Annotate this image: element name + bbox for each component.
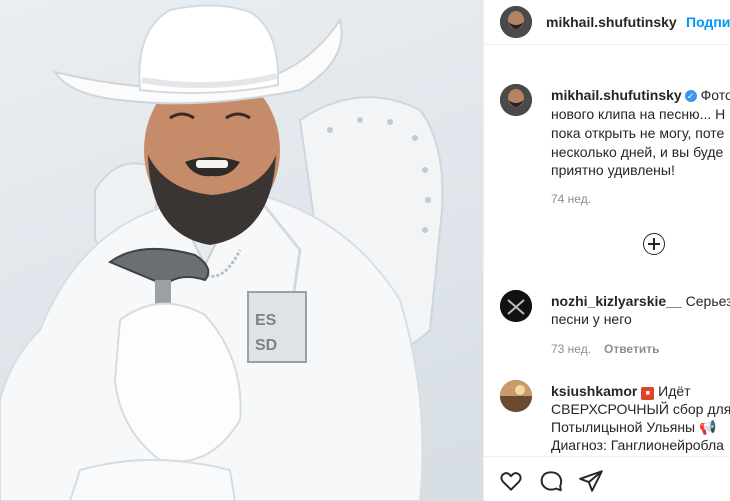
- comment-avatar-2-image: [500, 380, 532, 412]
- caption-text-line-1: Фото: [700, 87, 730, 103]
- follow-button[interactable]: Подписаться: [686, 14, 730, 30]
- comment-1-username[interactable]: nozhi_kizlyarskie__: [551, 293, 682, 309]
- author-avatar-image: [500, 6, 532, 38]
- author-username[interactable]: mikhail.shufutinsky: [546, 14, 677, 30]
- comment-2-text-4: Диагноз: Ганглионейробла: [551, 437, 724, 453]
- caption-first-line: mikhail.shufutinsky ✓ Фото: [551, 86, 730, 104]
- verified-badge-icon: ✓: [684, 90, 697, 102]
- comment-1-line-1: nozhi_kizlyarskie__ Серьезн: [551, 292, 730, 310]
- post-photo[interactable]: ES SD: [0, 0, 483, 501]
- caption-text-line-4: несколько дней, и вы буде: [551, 144, 724, 160]
- comment-icon[interactable]: [538, 468, 564, 494]
- comment-2-username[interactable]: ksiushkamor: [551, 383, 637, 399]
- paper-plane-icon[interactable]: [578, 468, 604, 494]
- plus-circle-icon[interactable]: [643, 233, 665, 255]
- caption-text-line-2: нового клипа на песню... Н: [551, 106, 726, 122]
- comment-1-text-1: Серьезн: [685, 293, 730, 309]
- comment-2-line-3: Потылицыной Ульяны 📢: [551, 418, 716, 436]
- actions-divider: [484, 456, 730, 457]
- comment-avatar-1-image: [500, 290, 532, 322]
- comment-2-line-1: ksiushkamor ■ Идёт: [551, 382, 691, 400]
- heart-icon[interactable]: [498, 468, 524, 494]
- comment-2-text-2: СВЕРХСРОЧНЫЙ сбор для: [551, 401, 730, 417]
- caption-text-line-5: приятно удивлены!: [551, 162, 675, 178]
- svg-text:ES: ES: [255, 312, 277, 329]
- comment-avatar-2[interactable]: [500, 380, 532, 412]
- comment-1-timestamp[interactable]: 73 нед.: [551, 342, 591, 356]
- svg-text:SD: SD: [255, 337, 277, 354]
- post-image: ES SD: [0, 4, 444, 501]
- caption-avatar-image: [500, 84, 532, 116]
- megaphone-emoji: 📢: [699, 419, 717, 435]
- author-avatar[interactable]: [500, 6, 532, 38]
- comment-1-text-2: песни у него: [551, 311, 632, 327]
- post-side-panel: mikhail.shufutinsky Подписаться mikhail.…: [483, 0, 730, 501]
- caption-text-line-3: пока открыть не могу, поте: [551, 125, 725, 141]
- caption-avatar[interactable]: [500, 84, 532, 116]
- caption-timestamp[interactable]: 74 нед.: [551, 192, 591, 206]
- comment-2-text-3: Потылицыной Ульяны: [551, 419, 696, 435]
- caption-username[interactable]: mikhail.shufutinsky: [551, 87, 682, 103]
- comment-avatar-1[interactable]: [500, 290, 532, 322]
- red-square-emoji: ■: [641, 387, 655, 400]
- comment-1-reply-button[interactable]: Ответить: [604, 342, 659, 356]
- post-header: mikhail.shufutinsky Подписаться: [484, 0, 730, 45]
- comment-2-text-1: Идёт: [658, 383, 691, 399]
